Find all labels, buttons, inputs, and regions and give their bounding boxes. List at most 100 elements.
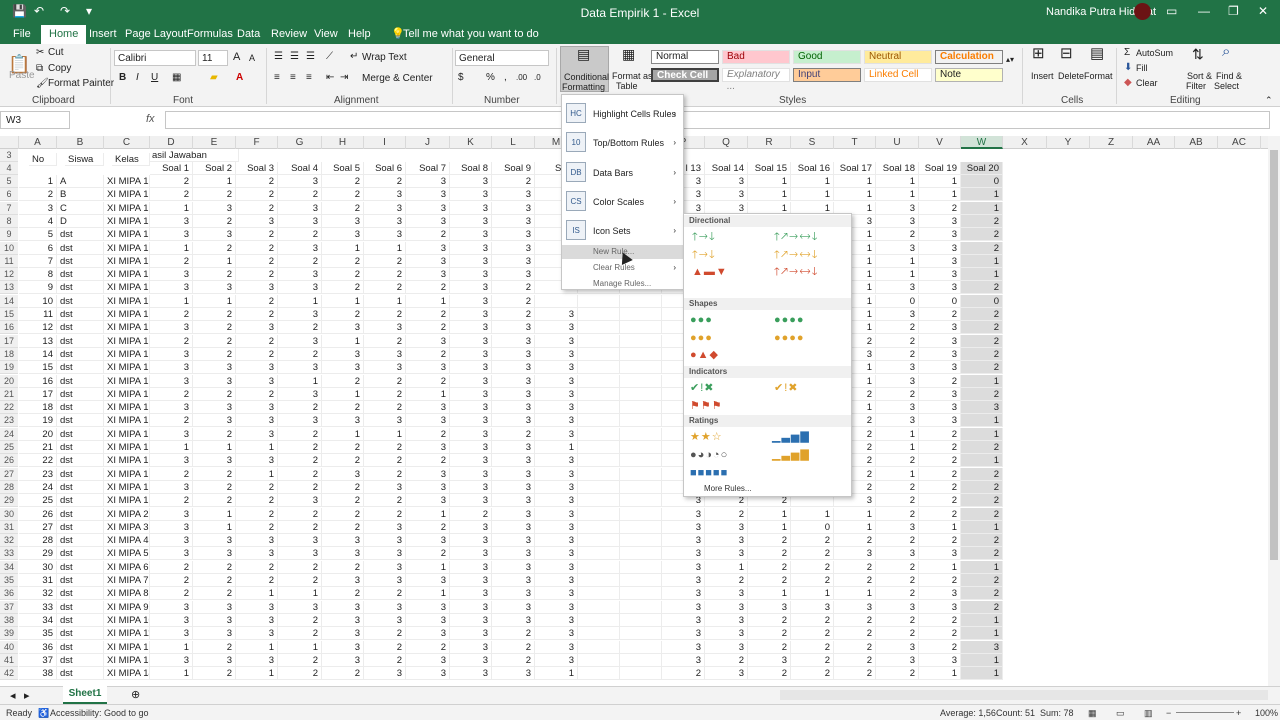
cell-score[interactable]: 3: [406, 242, 450, 255]
cell-score[interactable]: [620, 335, 662, 348]
cell-score[interactable]: 3: [278, 335, 322, 348]
tab-review[interactable]: Review: [266, 27, 312, 41]
bold-button[interactable]: B: [119, 72, 126, 84]
row-header[interactable]: 5: [0, 175, 18, 188]
cell-score[interactable]: 3: [322, 654, 364, 667]
cell-score[interactable]: [620, 468, 662, 481]
icon-set-option[interactable]: ✔!✖: [690, 381, 715, 395]
cell-score[interactable]: 3: [450, 308, 492, 321]
cell-score[interactable]: 2: [322, 175, 364, 188]
format-painter-icon[interactable]: 🖌: [36, 78, 49, 90]
cell-score[interactable]: 3: [406, 534, 450, 547]
cell-score[interactable]: 1: [322, 335, 364, 348]
icon-set-option[interactable]: ●●●●: [774, 313, 805, 327]
cell-score[interactable]: 1: [876, 255, 919, 268]
cell-score[interactable]: 2: [364, 641, 406, 654]
cell-score[interactable]: 3: [236, 215, 278, 228]
cell-score[interactable]: 3: [450, 202, 492, 215]
header-cell-soal[interactable]: Soal 14: [705, 162, 748, 175]
header-cell-soal[interactable]: Soal 18: [876, 162, 919, 175]
cell-score[interactable]: 2: [834, 654, 876, 667]
insert-function-icon[interactable]: fx: [146, 113, 155, 125]
row-header[interactable]: 34: [0, 561, 18, 574]
cell-score[interactable]: 3: [450, 561, 492, 574]
cell-score[interactable]: 3: [450, 494, 492, 507]
cell-score[interactable]: 1: [791, 175, 834, 188]
format-as-table-icon[interactable]: ▦: [622, 47, 635, 61]
column-header[interactable]: AA: [1133, 136, 1175, 149]
cell-score[interactable]: 3: [492, 361, 535, 374]
cell-score[interactable]: 3: [450, 215, 492, 228]
vertical-scrollbar[interactable]: [1268, 136, 1280, 686]
cell-score[interactable]: [620, 587, 662, 600]
cell-score[interactable]: 2: [150, 574, 193, 587]
row-header[interactable]: 30: [0, 508, 18, 521]
row-header[interactable]: 27: [0, 468, 18, 481]
cell-score[interactable]: 1: [193, 175, 236, 188]
cell-score[interactable]: 3: [406, 255, 450, 268]
cell-score[interactable]: 3: [535, 641, 578, 654]
cell-score[interactable]: 3: [919, 401, 961, 414]
cell-score[interactable]: 3: [450, 375, 492, 388]
cell-score[interactable]: 3: [236, 375, 278, 388]
cell-siswa[interactable]: dst: [57, 242, 104, 255]
header-cell-soal[interactable]: Soal 19: [919, 162, 961, 175]
cell-score[interactable]: 3: [406, 202, 450, 215]
cell-score[interactable]: 2: [492, 175, 535, 188]
clear-icon[interactable]: ◆: [1124, 77, 1132, 89]
cell-score[interactable]: 3: [364, 481, 406, 494]
cell-score[interactable]: 1: [150, 242, 193, 255]
cell-score[interactable]: 3: [236, 601, 278, 614]
cell-kelas[interactable]: XI MIPA 1: [104, 441, 150, 454]
cell-no[interactable]: 13: [19, 335, 57, 348]
cell-score[interactable]: [620, 574, 662, 587]
select-all-corner[interactable]: [0, 136, 19, 149]
cell-no[interactable]: 17: [19, 388, 57, 401]
cell-score[interactable]: 1: [834, 175, 876, 188]
cell-score[interactable]: [578, 335, 620, 348]
cell-kelas[interactable]: XI MIPA 1: [104, 188, 150, 201]
cell-score[interactable]: 3: [193, 454, 236, 467]
cell-score[interactable]: [620, 401, 662, 414]
cell-score[interactable]: 3: [322, 361, 364, 374]
conditional-formatting-button[interactable]: ▤ Conditional Formatting: [560, 46, 609, 92]
cell-score[interactable]: [578, 614, 620, 627]
cell-score[interactable]: 3: [450, 242, 492, 255]
cell-score[interactable]: 3: [450, 454, 492, 467]
cell-score[interactable]: 1: [406, 587, 450, 600]
cell-no[interactable]: 36: [19, 641, 57, 654]
cell-score[interactable]: 3: [919, 601, 961, 614]
cell-score[interactable]: 3: [406, 654, 450, 667]
style-linked-cell[interactable]: Linked Cell: [864, 68, 932, 82]
cell-no[interactable]: 19: [19, 414, 57, 427]
cell-score[interactable]: 3: [150, 215, 193, 228]
cell-score[interactable]: 2: [150, 587, 193, 600]
cell-score[interactable]: 3: [492, 335, 535, 348]
more-rules-link[interactable]: More Rules...: [704, 484, 752, 493]
format-cells-button[interactable]: Format: [1084, 70, 1113, 82]
cell-score[interactable]: 3: [278, 414, 322, 427]
cell-score[interactable]: [578, 641, 620, 654]
tab-data[interactable]: Data: [232, 27, 265, 41]
cell-score[interactable]: 3: [406, 414, 450, 427]
row-header[interactable]: 15: [0, 308, 18, 321]
style-input[interactable]: Input: [793, 68, 861, 82]
cell-score[interactable]: 2: [278, 188, 322, 201]
cell-score[interactable]: 1: [193, 521, 236, 534]
cell-score[interactable]: 2: [919, 454, 961, 467]
cell-score[interactable]: 1: [150, 441, 193, 454]
cell-siswa[interactable]: dst: [57, 667, 104, 680]
copy-button[interactable]: Copy: [48, 63, 71, 75]
column-header[interactable]: W: [961, 136, 1003, 149]
cell-score[interactable]: 2: [876, 494, 919, 507]
cell-kelas[interactable]: XI MIPA 12: [104, 641, 150, 654]
column-header[interactable]: D: [150, 136, 193, 149]
cell-score[interactable]: [578, 601, 620, 614]
row-header[interactable]: 20: [0, 375, 18, 388]
cell-score[interactable]: 2: [961, 494, 1003, 507]
cell-score[interactable]: 3: [236, 547, 278, 560]
cell-score[interactable]: 2: [278, 454, 322, 467]
cell-score[interactable]: 3: [919, 321, 961, 334]
cell-score[interactable]: 2: [876, 614, 919, 627]
cell-score[interactable]: 1: [322, 388, 364, 401]
